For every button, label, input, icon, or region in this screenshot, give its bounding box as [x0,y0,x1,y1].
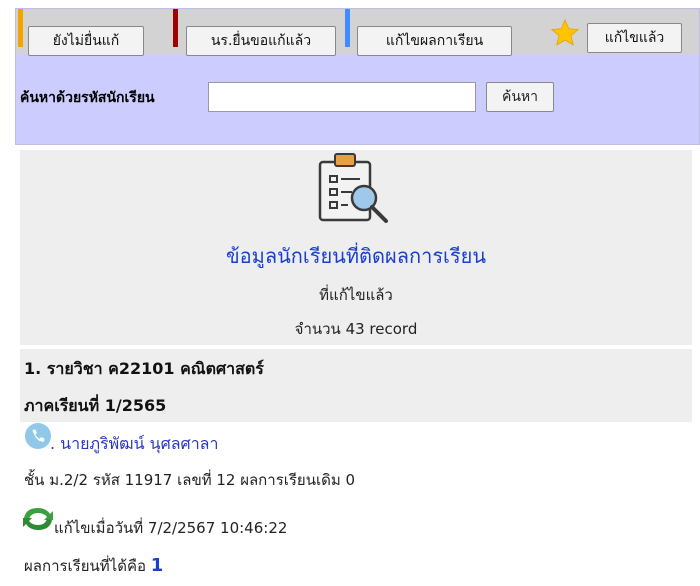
summary-title: ข้อมูลนักเรียนที่ติดผลการเรียน [225,244,487,268]
result-value: 1 [150,555,164,576]
record-semester: ภาคเรียนที่ 1/2565 [24,396,167,415]
search-label: ค้นหาด้วยรหัสนักเรียน [20,90,155,106]
search-button[interactable]: ค้นหา [486,82,554,112]
tab-grade-fix[interactable]: แก้ไขผลกาเรียน [357,26,512,56]
tab-marker-yellow [18,9,23,47]
summary-subtitle: ที่แก้ไขแล้ว [319,286,393,304]
tab-fixed[interactable]: แก้ไขแล้ว [587,23,682,53]
record-card: 1. รายวิชา ค22101 คณิตศาสตร์ ภาคเรียนที่… [20,349,692,583]
star-icon [550,18,580,46]
edited-date: แก้ไขเมื่อวันที่ 7/2/2567 10:46:22 [54,519,288,537]
record-count: จำนวน 43 record [294,320,418,338]
tab-marker-blue [345,9,350,47]
tab-row: ยังไม่ยื่นแก้ นร.ยื่นขอแก้แล้ว แก้ไขผลกา… [16,9,699,56]
phone-icon[interactable] [24,422,52,450]
tab-not-submitted[interactable]: ยังไม่ยื่นแก้ [28,26,144,56]
refresh-icon [23,508,53,530]
record-details: ชั้น ม.2/2 รหัส 11917 เลขที่ 12 ผลการเรี… [24,471,356,489]
record-body: . นายภูริพัฒน์ นุศลศาลา ชั้น ม.2/2 รหัส … [20,422,692,583]
tab-marker-red [173,9,178,47]
result-label: ผลการเรียนที่ได้คือ [24,557,146,575]
search-row: ค้นหาด้วยรหัสนักเรียน ค้นหา [16,81,699,113]
student-name-link[interactable]: . นายภูริพัฒน์ นุศลศาลา [50,432,218,457]
search-input[interactable] [208,82,476,112]
record-subject: 1. รายวิชา ค22101 คณิตศาสตร์ [24,359,264,378]
result-line: ผลการเรียนที่ได้คือ 1 [24,554,163,578]
clipboard-search-icon [318,153,388,223]
summary-panel: ข้อมูลนักเรียนที่ติดผลการเรียน ที่แก้ไขแ… [20,150,692,345]
top-panel: ยังไม่ยื่นแก้ นร.ยื่นขอแก้แล้ว แก้ไขผลกา… [15,8,700,145]
tab-submitted[interactable]: นร.ยื่นขอแก้แล้ว [186,26,336,56]
